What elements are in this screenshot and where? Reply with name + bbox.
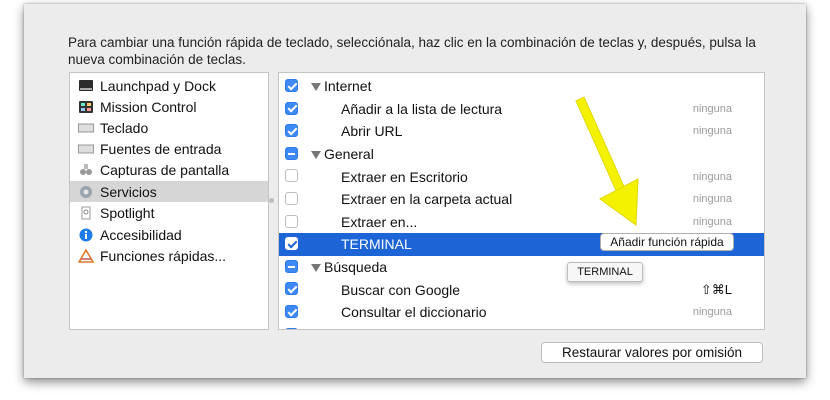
disclosure-triangle-icon[interactable] [311,150,321,159]
enable-checkbox[interactable] [285,101,298,115]
enable-checkbox[interactable] [285,237,298,251]
enable-checkbox[interactable] [285,146,298,160]
split-handle[interactable] [269,198,274,203]
category-label: Mission Control [100,98,197,115]
shortcut-label: Añadir a la lista de lectura [341,100,503,117]
category-item[interactable]: Teclado [70,117,268,138]
shortcut-row[interactable]: Consultar el diccionario ninguna [279,301,764,324]
group-label: Internet [324,78,372,95]
category-label: Accesibilidad [100,226,182,243]
spotlight-icon [78,206,94,220]
disclosure-triangle-icon[interactable] [311,83,321,91]
shortcut-list[interactable]: Internet Añadir a la lista de lectura ning… [278,72,765,330]
enable-checkbox[interactable] [285,327,298,329]
shortcut-label: Extraer en la carpeta actual [341,191,513,208]
category-label: Spotlight [100,204,155,221]
enable-checkbox[interactable] [285,124,298,138]
shortcut-key-combo[interactable]: ninguna [693,125,732,137]
category-item[interactable]: Capturas de pantalla [70,159,268,180]
disclosure-triangle-icon[interactable] [311,263,321,272]
app-shortcuts-icon [77,247,95,263]
enable-checkbox[interactable] [285,192,298,205]
screenshot-icon [78,163,94,177]
shortcut-row[interactable]: Extraer en la carpeta actual ninguna [279,188,764,211]
shortcut-key-combo[interactable]: ⇧⌘L [701,282,732,298]
category-item[interactable]: Fuentes de entrada [70,138,268,159]
shortcut-label: Extraer en... [341,213,418,230]
group-label: General [324,146,374,163]
enable-checkbox[interactable] [285,214,298,228]
shortcut-row[interactable] [279,324,764,329]
shortcut-label: Abrir URL [341,123,403,140]
shortcut-key-combo[interactable]: ninguna [693,216,732,228]
shortcut-group-row[interactable]: Búsqueda [279,256,764,279]
shortcut-label: Consultar el diccionario [341,304,487,321]
gear-icon [78,185,94,199]
category-item[interactable]: Servicios [70,181,268,202]
shortcut-row[interactable]: Extraer en... ninguna [279,211,764,234]
category-item[interactable]: Accesibilidad [70,224,268,245]
shortcut-row[interactable]: Buscar con Google ⇧⌘L [279,278,764,301]
category-label: Teclado [100,119,149,136]
mission-control-icon [78,100,94,114]
shortcut-label: TERMINAL [341,236,412,253]
category-item[interactable]: Mission Control [70,96,268,117]
category-item[interactable]: Spotlight [70,202,268,223]
accessibility-icon [78,228,94,242]
shortcut-key-combo[interactable]: ninguna [693,103,732,115]
shortcut-key-combo[interactable]: ninguna [693,306,732,318]
category-label: Capturas de pantalla [100,161,230,178]
shortcut-key-combo[interactable]: ninguna [693,193,732,205]
enable-checkbox[interactable] [285,282,298,296]
shortcut-row[interactable]: Añadir a la lista de lectura ninguna [279,98,764,121]
tooltip: TERMINAL [567,262,643,282]
keyboard-icon [78,121,94,135]
enable-checkbox[interactable] [285,259,298,273]
enable-checkbox[interactable] [285,79,298,92]
category-item[interactable]: Launchpad y Dock [70,75,268,96]
annotation-arrow-icon [575,96,639,226]
restore-defaults-button[interactable]: Restaurar valores por omisión [541,342,763,363]
category-label: Funciones rápidas... [100,247,227,264]
instructions-text: Para cambiar una función rápida de tecla… [68,35,756,67]
group-label: Búsqueda [324,259,388,276]
launchpad-dock-icon [78,79,94,93]
category-list[interactable]: Launchpad y Dock Mission Control Teclado Fu… [69,72,269,330]
category-label: Launchpad y Dock [100,77,216,94]
shortcut-group-row[interactable]: General [279,143,764,166]
category-item[interactable]: Funciones rápidas... [70,245,268,266]
enable-checkbox[interactable] [285,305,298,318]
category-label: Fuentes de entrada [100,140,222,157]
shortcut-key-combo[interactable]: ninguna [693,171,732,183]
shortcut-label: Buscar con Google [341,281,461,298]
shortcut-row[interactable]: Extraer en Escritorio ninguna [279,165,764,188]
enable-checkbox[interactable] [285,169,298,183]
add-shortcut-button[interactable]: Añadir función rápida [600,233,734,251]
input-sources-icon [78,142,94,156]
shortcut-label: Extraer en Escritorio [341,168,468,185]
shortcut-row[interactable]: Abrir URL ninguna [279,120,764,143]
category-label: Servicios [100,183,157,200]
shortcut-group-row[interactable]: Internet [279,75,764,98]
